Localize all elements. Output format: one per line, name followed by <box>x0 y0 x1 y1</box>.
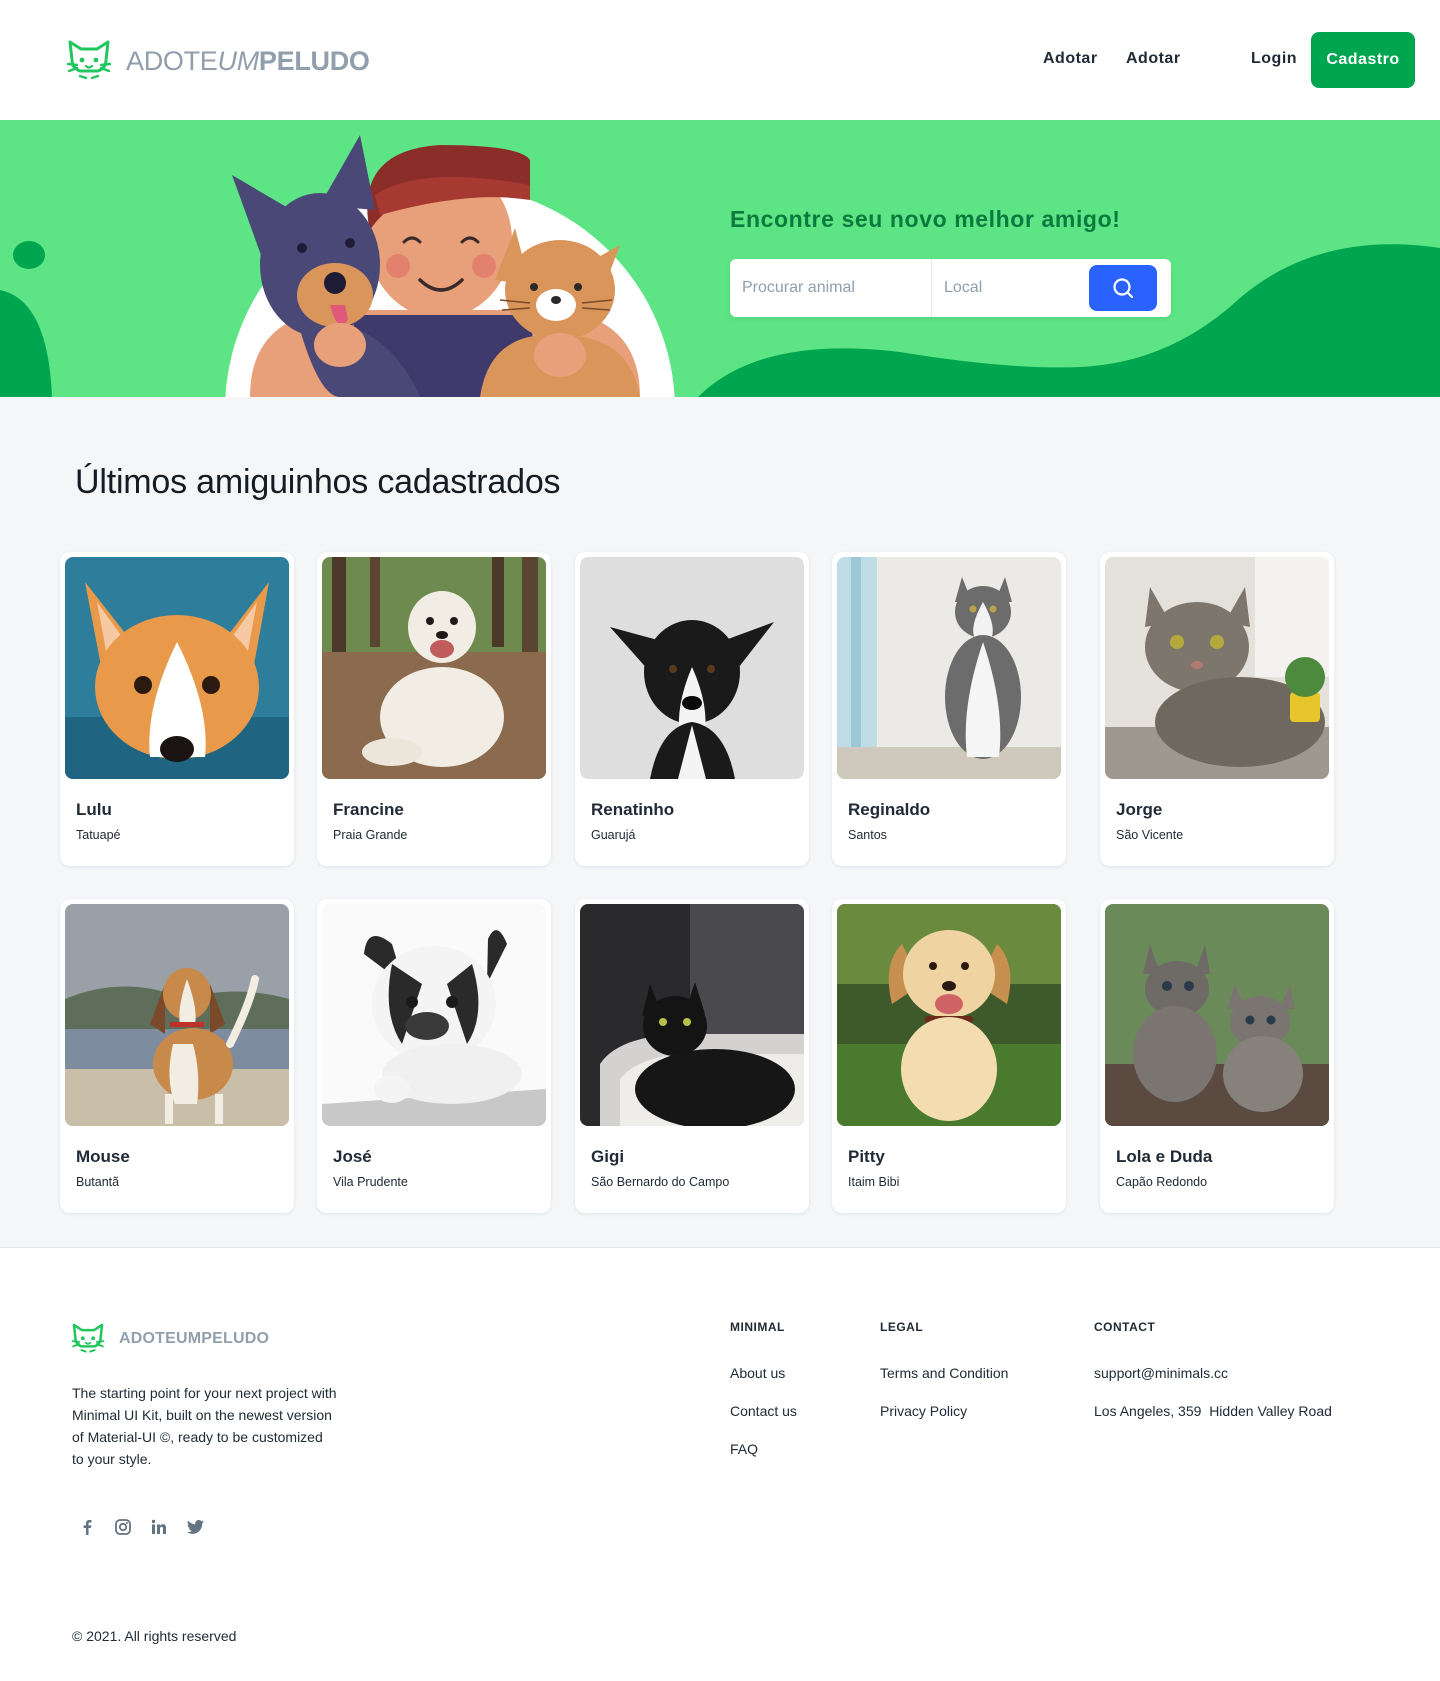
brand-name-part1: ADOTE <box>126 45 218 76</box>
footer-col-title-contact: CONTACT <box>1094 1320 1156 1334</box>
latest-pets-section: Últimos amiguinhos cadastrados Lulu Tatu… <box>0 397 1440 1248</box>
footer-contact-address: Los Angeles, 359 Hidden Valley Road <box>1094 1403 1332 1419</box>
search-icon <box>1113 278 1134 299</box>
pet-card-pitty[interactable]: Pitty Itaim Bibi <box>832 899 1066 1213</box>
footer-link-contact-us[interactable]: Contact us <box>730 1403 797 1419</box>
pet-location: Itaim Bibi <box>848 1175 900 1189</box>
pet-card-francine[interactable]: Francine Praia Grande <box>317 552 551 866</box>
copyright: © 2021. All rights reserved <box>72 1628 237 1644</box>
pet-photo <box>580 557 804 779</box>
linkedin-icon[interactable] <box>150 1518 168 1536</box>
pet-name: Renatinho <box>591 800 675 819</box>
nav-adotar-2[interactable]: Adotar <box>1126 50 1181 68</box>
pet-photo <box>322 904 546 1126</box>
footer-link-privacy[interactable]: Privacy Policy <box>880 1403 967 1419</box>
signup-button[interactable]: Cadastro <box>1311 32 1415 88</box>
pet-card-mouse[interactable]: Mouse Butantã <box>60 899 294 1213</box>
cat-logo-icon <box>66 40 112 80</box>
hero-banner: Encontre seu novo melhor amigo! <box>0 120 1440 397</box>
pet-name: Lola e Duda <box>1116 1147 1213 1166</box>
instagram-icon[interactable] <box>114 1518 132 1536</box>
footer-link-terms[interactable]: Terms and Condition <box>880 1365 1008 1381</box>
pet-card-renatinho[interactable]: Renatinho Guarujá <box>575 552 809 866</box>
pet-photo <box>580 904 804 1126</box>
twitter-icon[interactable] <box>186 1518 204 1536</box>
footer-link-faq[interactable]: FAQ <box>730 1441 758 1457</box>
brand-logo[interactable]: ADOTEUMPELUDO <box>66 38 370 84</box>
footer-link-about-us[interactable]: About us <box>730 1365 785 1381</box>
pet-location: Capão Redondo <box>1116 1175 1208 1189</box>
site-header: ADOTEUMPELUDO Adotar Adotar Login Cadast… <box>0 0 1440 120</box>
facebook-icon[interactable] <box>78 1518 96 1536</box>
pet-photo <box>65 557 289 779</box>
pet-photo <box>837 904 1061 1126</box>
footer-brand-name: ADOTEUMPELUDO <box>119 1330 270 1347</box>
pet-card-lulu[interactable]: Lulu Tatuapé <box>60 552 294 866</box>
pet-card-jorge[interactable]: Jorge São Vicente <box>1100 552 1334 866</box>
footer-col-title-legal: LEGAL <box>880 1320 924 1334</box>
search-button[interactable] <box>1089 265 1157 311</box>
footer-description: The starting point for your next project… <box>72 1385 337 1467</box>
pet-name: Francine <box>333 800 404 819</box>
cat-logo-icon <box>71 1323 105 1353</box>
social-links <box>78 1518 204 1536</box>
animal-search-input[interactable] <box>730 259 930 317</box>
pet-name: Lulu <box>76 800 112 819</box>
footer-logo[interactable]: ADOTEUMPELUDO <box>71 1322 269 1356</box>
pet-card-reginaldo[interactable]: Reginaldo Santos <box>832 552 1066 866</box>
pet-location: São Vicente <box>1116 828 1184 842</box>
section-title: Últimos amiguinhos cadastrados <box>75 463 561 501</box>
pet-name: Gigi <box>591 1147 625 1166</box>
pet-card-gigi[interactable]: Gigi São Bernardo do Campo <box>575 899 809 1213</box>
hero-title: Encontre seu novo melhor amigo! <box>730 206 1121 232</box>
brand-name-part2: UM <box>217 45 260 76</box>
nav-adotar-1[interactable]: Adotar <box>1043 50 1098 68</box>
pet-photo <box>322 557 546 779</box>
pet-location: São Bernardo do Campo <box>591 1175 730 1189</box>
pet-card-lola-e-duda[interactable]: Lola e Duda Capão Redondo <box>1100 899 1334 1213</box>
pet-card-jose[interactable]: José Vila Prudente <box>317 899 551 1213</box>
site-footer: ADOTEUMPELUDO The starting point for you… <box>0 1248 1440 1681</box>
pet-location: Santos <box>848 828 887 842</box>
footer-contact-email[interactable]: support@minimals.cc <box>1094 1365 1228 1381</box>
pet-location: Butantã <box>76 1175 120 1189</box>
pet-photo <box>1105 557 1329 779</box>
brand-name: ADOTEUMPELUDO <box>126 46 370 77</box>
pet-name: Reginaldo <box>848 800 931 819</box>
pet-name: José <box>333 1147 372 1166</box>
pet-name: Jorge <box>1116 800 1163 819</box>
location-search-input[interactable] <box>932 259 1082 317</box>
brand-name-part3: PELUDO <box>258 45 370 76</box>
pet-location: Tatuapé <box>76 828 121 842</box>
login-link[interactable]: Login <box>1251 50 1297 68</box>
pet-photo <box>837 557 1061 779</box>
pet-photo <box>1105 904 1329 1126</box>
pet-location: Guarujá <box>591 828 636 842</box>
pet-location: Vila Prudente <box>333 1175 408 1189</box>
pet-name: Mouse <box>76 1147 130 1166</box>
footer-col-title-minimal: MINIMAL <box>730 1320 785 1334</box>
pet-name: Pitty <box>848 1147 885 1166</box>
hero-illustration <box>0 135 1440 397</box>
search-bar <box>730 259 1171 317</box>
pet-photo <box>65 904 289 1126</box>
pet-location: Praia Grande <box>333 828 408 842</box>
